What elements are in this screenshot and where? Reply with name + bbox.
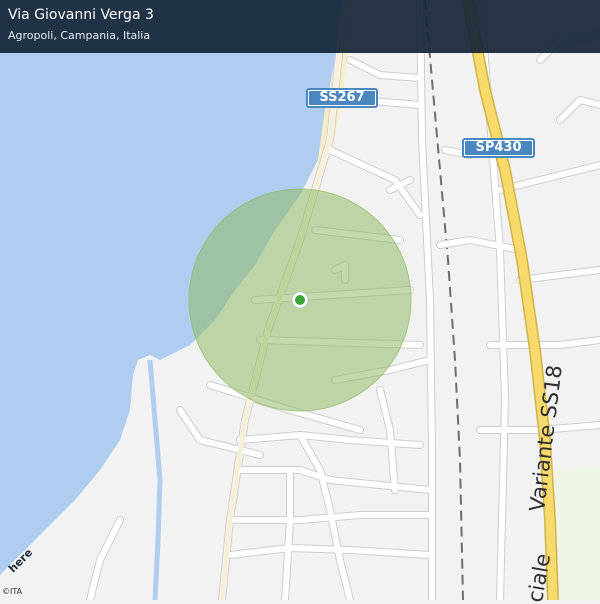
road-shield-sp430: SP430 (462, 138, 535, 158)
road-shield-label: SS267 (309, 91, 375, 105)
location-subtitle: Agropoli, Campania, Italia (8, 29, 151, 42)
map-view[interactable] (0, 0, 600, 600)
location-title: Via Giovanni Verga 3 (8, 7, 154, 23)
map-copyright[interactable]: ©ITA (2, 587, 22, 596)
location-dot-core (295, 295, 305, 305)
road-shield-label: SP430 (465, 141, 532, 155)
road-shield-ss267: SS267 (306, 88, 378, 108)
location-header: Via Giovanni Verga 3 Agropoli, Campania,… (0, 0, 600, 53)
